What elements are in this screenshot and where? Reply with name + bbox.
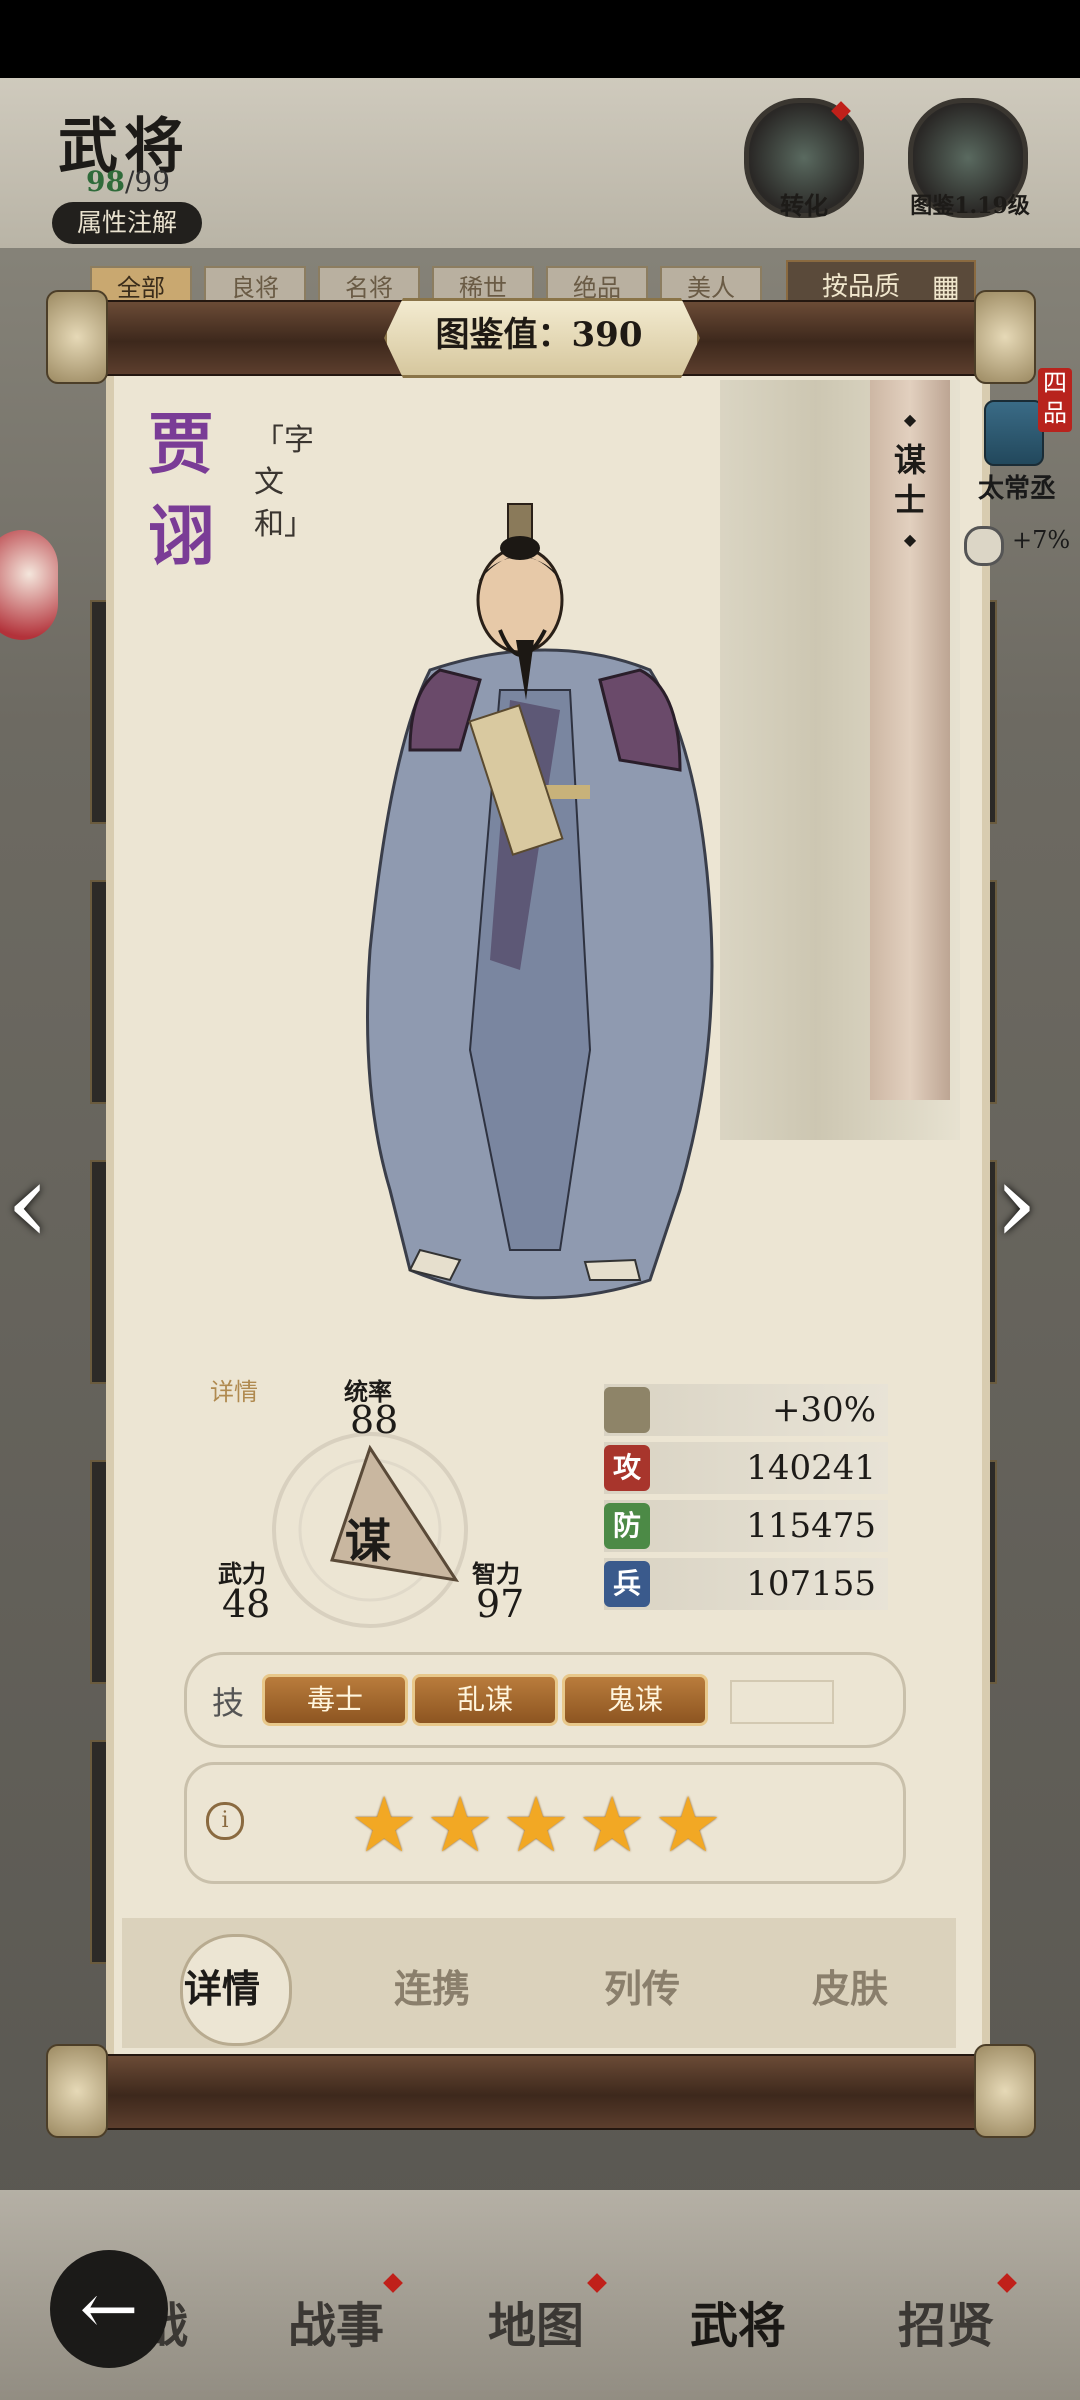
tab-biography[interactable]: 列传 <box>604 1958 680 2013</box>
intellect-value: 97 <box>476 1582 525 1626</box>
star-icon: ★ <box>350 1780 419 1869</box>
star-icon: ★ <box>654 1780 723 1869</box>
defense-value: 115475 <box>746 1506 876 1546</box>
details-link[interactable]: 详情 <box>210 1372 258 1407</box>
rod-cap-right <box>974 290 1036 384</box>
count-total: 99 <box>134 165 171 198</box>
skill-button-2[interactable]: 乱谋 <box>412 1674 558 1726</box>
rod-cap-left <box>46 290 108 384</box>
rod-cap-left <box>46 2044 108 2138</box>
count-current: 98 <box>86 165 125 198</box>
star-icon: ★ <box>502 1780 571 1869</box>
diamond-icon: ◆ <box>903 410 917 429</box>
codex-level-label: 图鉴1.19级 <box>910 193 1030 219</box>
count-separator: / <box>124 165 135 198</box>
bonus-value: +30% <box>771 1390 876 1430</box>
hero-role: ◆ 谋士 ◆ <box>880 400 940 560</box>
status-bar <box>0 0 1080 78</box>
official-title: 太常丞 <box>978 474 1057 504</box>
hero-portrait <box>366 503 714 1300</box>
official-rank-icon[interactable] <box>984 400 1044 466</box>
bonus-percent: +7% <box>1012 526 1071 554</box>
general-count: 98/99 <box>86 165 170 198</box>
attack-value: 140241 <box>746 1448 876 1488</box>
class-char: 谋 <box>345 1514 391 1568</box>
command-value: 88 <box>350 1398 399 1442</box>
skill-button-1[interactable]: 毒士 <box>262 1674 408 1726</box>
star-icon: ★ <box>426 1780 495 1869</box>
skills-prefix: 技 <box>212 1684 245 1722</box>
scroll-bottom-rod <box>48 2054 1036 2130</box>
attribute-notes-button[interactable]: 属性注解 <box>52 202 202 244</box>
back-button[interactable]: ← <box>50 2250 168 2368</box>
sort-label: 按品质 <box>822 272 901 302</box>
empty-skill-slot <box>730 1680 834 1724</box>
skill-button-3[interactable]: 鬼谋 <box>562 1674 708 1726</box>
courtesy-name: 「字 文和」 <box>254 423 314 542</box>
nav-item-map[interactable]: 地图 <box>488 2286 584 2356</box>
prev-arrow-icon[interactable]: ‹ <box>6 1148 86 1258</box>
diamond-icon: ◆ <box>903 530 917 549</box>
hero-name: 贾诩 <box>148 405 214 575</box>
transform-label: 转化 <box>780 191 828 220</box>
avatar[interactable] <box>0 530 58 640</box>
nav-item-generals[interactable]: 武将 <box>690 2286 786 2356</box>
role-text: 谋士 <box>893 441 926 519</box>
nav-item-war[interactable]: 战事 <box>288 2286 384 2356</box>
next-arrow-icon[interactable]: › <box>994 1148 1074 1258</box>
tab-combos[interactable]: 连携 <box>394 1958 470 2013</box>
tab-skins[interactable]: 皮肤 <box>812 1958 888 2013</box>
codex-value: 图鉴值：390 <box>435 315 643 355</box>
rod-cap-right <box>974 2044 1036 2138</box>
info-icon[interactable]: i <box>206 1802 244 1840</box>
rank-badge: 四品 <box>1038 368 1072 432</box>
nav-item-recruit[interactable]: 招贤 <box>898 2286 994 2356</box>
coin-icon <box>964 526 1004 566</box>
force-value: 48 <box>222 1582 271 1626</box>
troops-value: 107155 <box>746 1564 876 1604</box>
star-icon: ★ <box>578 1780 647 1869</box>
tab-details[interactable]: 详情 <box>184 1958 260 2013</box>
